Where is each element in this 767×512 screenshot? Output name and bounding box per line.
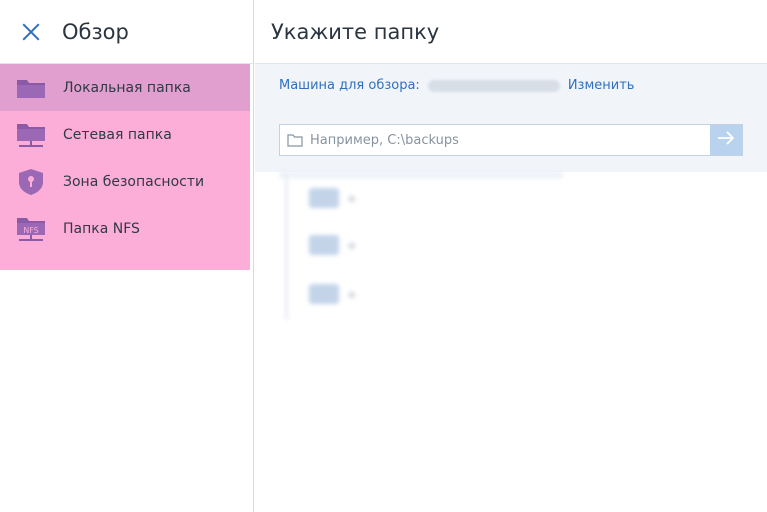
expand-icon[interactable]: + (347, 236, 357, 255)
tree-guide (285, 172, 288, 320)
panel-header: Укажите папку (255, 0, 767, 64)
expand-icon[interactable]: + (347, 189, 357, 208)
drive-icon (309, 235, 339, 255)
tree-node[interactable]: + (309, 188, 357, 208)
tree-node[interactable]: + (309, 235, 357, 255)
machine-label: Машина для обзора: (279, 78, 420, 93)
menu-item-label: Локальная папка (63, 79, 191, 96)
go-button[interactable] (710, 125, 742, 155)
drive-icon (309, 188, 339, 208)
nfs-badge: NFS (23, 226, 39, 235)
menu-item-local-folder[interactable]: Локальная папка (0, 64, 250, 111)
folder-panel: Укажите папку Машина для обзора: Изменит… (255, 0, 767, 512)
menu-item-label: Папка NFS (63, 220, 140, 237)
menu-item-nfs-folder[interactable]: NFS Папка NFS (0, 205, 250, 252)
folder-tree: + + + (279, 172, 569, 322)
nfs-folder-icon: NFS (16, 215, 46, 243)
menu-item-network-folder[interactable]: Сетевая папка (0, 111, 250, 158)
menu-item-label: Сетевая папка (63, 126, 172, 143)
sidebar-title: Обзор (62, 19, 129, 44)
change-machine-link[interactable]: Изменить (568, 78, 635, 93)
machine-section: Машина для обзора: Изменить (255, 64, 767, 172)
path-field (279, 124, 743, 156)
browse-sidebar: Обзор Локальная папка Сетевая папка Зона… (0, 0, 254, 512)
expand-icon[interactable]: + (347, 285, 357, 304)
machine-name-redacted (427, 79, 560, 92)
network-folder-icon (16, 121, 46, 149)
arrow-right-icon (717, 130, 735, 150)
shield-lock-icon (16, 168, 46, 196)
location-menu: Локальная папка Сетевая папка Зона безоп… (0, 64, 250, 270)
tree-node[interactable]: + (309, 284, 357, 304)
folder-outline-icon (280, 133, 310, 147)
path-input[interactable] (310, 125, 710, 155)
close-icon[interactable] (20, 21, 42, 43)
sidebar-header: Обзор (0, 0, 253, 64)
machine-line: Машина для обзора: Изменить (279, 78, 634, 93)
menu-item-secure-zone[interactable]: Зона безопасности (0, 158, 250, 205)
folder-icon (16, 74, 46, 102)
menu-item-label: Зона безопасности (63, 173, 205, 190)
drive-icon (309, 284, 339, 304)
panel-title: Укажите папку (271, 19, 440, 44)
tree-header (279, 172, 563, 178)
